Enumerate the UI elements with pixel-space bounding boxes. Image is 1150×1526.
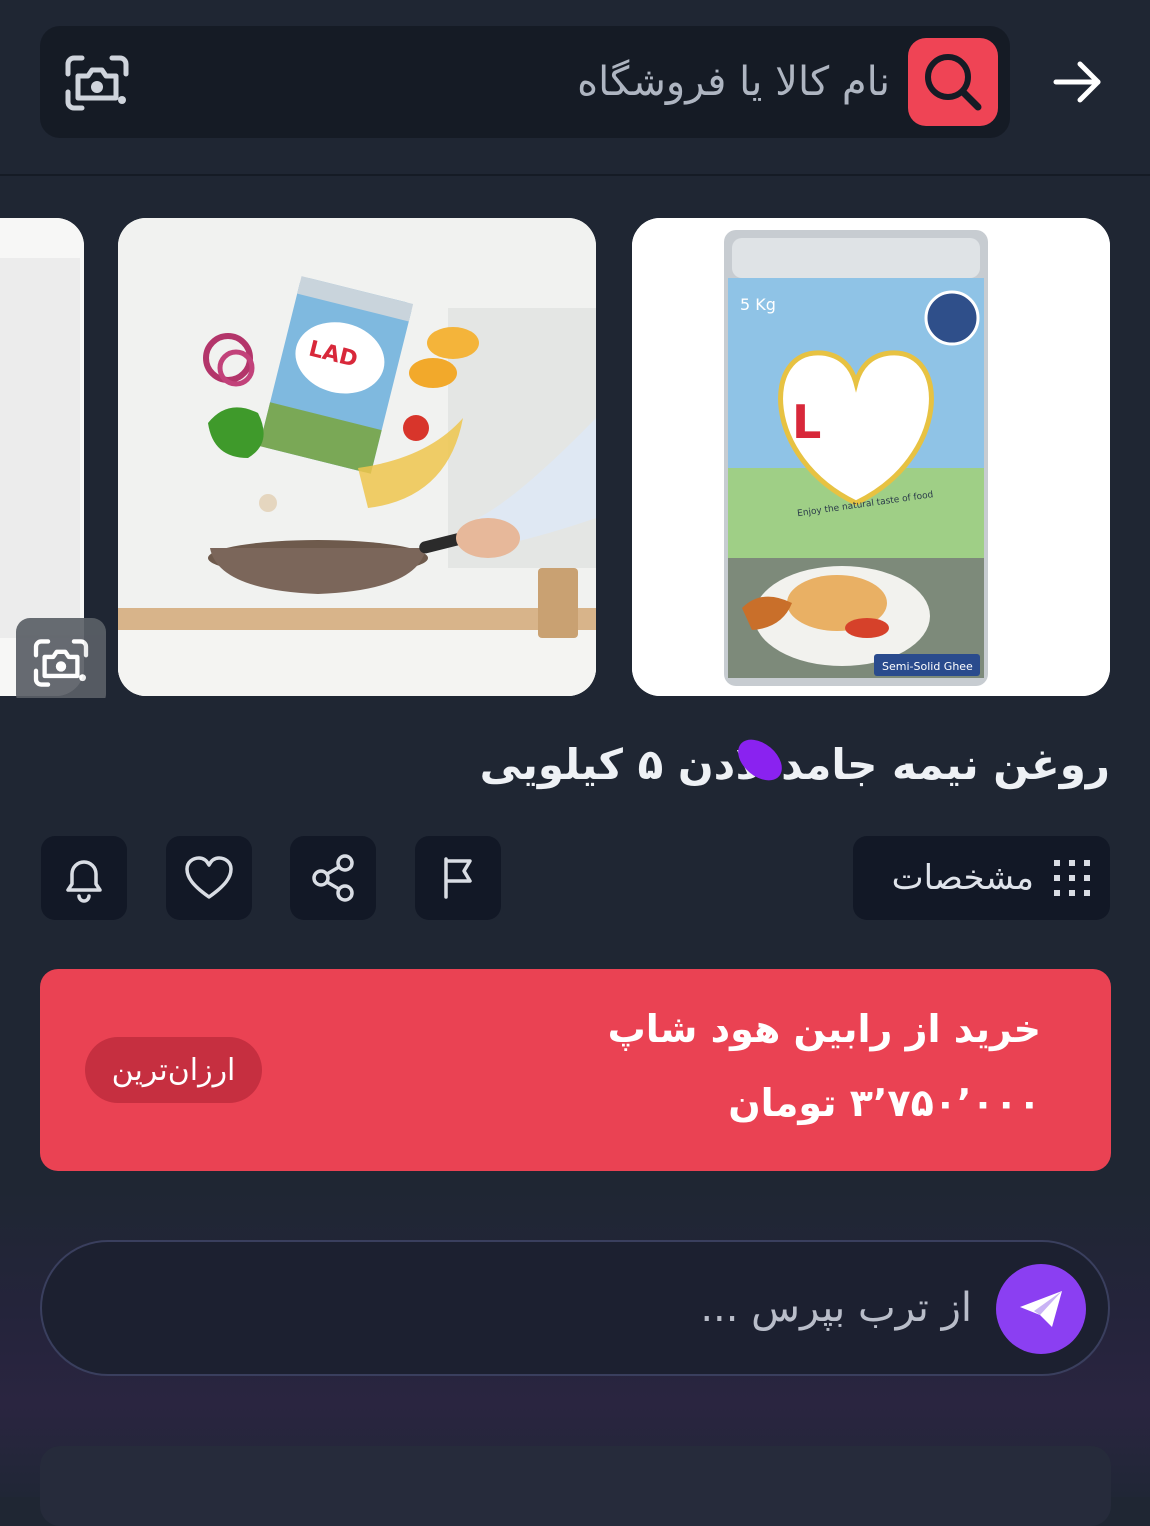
camera-icon <box>33 639 89 687</box>
search-box[interactable]: نام کالا یا فروشگاه <box>40 26 1010 138</box>
shop-name: خرید از رابین هود شاپ <box>607 1007 1041 1051</box>
send-icon <box>1020 1291 1062 1327</box>
ask-input[interactable]: از ترب بپرس ... <box>700 1242 972 1374</box>
arrow-right-icon <box>1053 61 1101 103</box>
ask-input-box[interactable]: از ترب بپرس ... <box>40 1240 1110 1376</box>
product-image-gallery[interactable]: LAD L 5 Kg Enjoy the natural taste of fo… <box>0 218 1150 698</box>
svg-text:Semi-Solid Ghee: Semi-Solid Ghee <box>882 660 973 673</box>
top-bar: نام کالا یا فروشگاه <box>0 0 1150 176</box>
image-camera-button[interactable] <box>16 618 106 698</box>
product-title: روغن نیمه جامد لادن ۵ کیلویی <box>479 740 1110 789</box>
search-input[interactable]: نام کالا یا فروشگاه <box>577 26 890 138</box>
cheapest-badge: ارزان‌ترین <box>85 1037 262 1103</box>
ask-send-button[interactable] <box>996 1264 1086 1354</box>
search-button[interactable] <box>908 38 998 126</box>
ghee-can-image: L 5 Kg Enjoy the natural taste of food S… <box>632 218 1110 696</box>
svg-text:L: L <box>792 395 821 449</box>
bottom-card <box>40 1446 1111 1526</box>
gallery-image-main[interactable]: L 5 Kg Enjoy the natural taste of food S… <box>632 218 1110 696</box>
grid-dots-icon <box>1054 860 1090 896</box>
notify-button[interactable] <box>41 836 127 920</box>
specifications-label: مشخصات <box>891 858 1034 898</box>
cooking-scene-image: LAD <box>118 218 596 696</box>
price: ۳٬۷۵۰٬۰۰۰ تومان <box>728 1081 1041 1125</box>
report-button[interactable] <box>415 836 501 920</box>
share-icon <box>312 854 354 902</box>
image-search-button[interactable] <box>62 48 132 118</box>
favorite-button[interactable] <box>166 836 252 920</box>
camera-icon <box>65 55 129 111</box>
heart-icon <box>185 856 233 899</box>
back-button[interactable] <box>1040 44 1116 120</box>
search-icon <box>925 54 982 111</box>
gallery-image-cooking[interactable]: LAD <box>118 218 596 696</box>
specifications-button[interactable]: مشخصات <box>853 836 1110 920</box>
bell-icon <box>66 860 102 903</box>
share-button[interactable] <box>290 836 376 920</box>
svg-text:5 Kg: 5 Kg <box>740 295 776 314</box>
flag-icon <box>444 857 472 899</box>
buy-from-shop-card[interactable]: خرید از رابین هود شاپ ۳٬۷۵۰٬۰۰۰ تومان ار… <box>40 969 1111 1171</box>
